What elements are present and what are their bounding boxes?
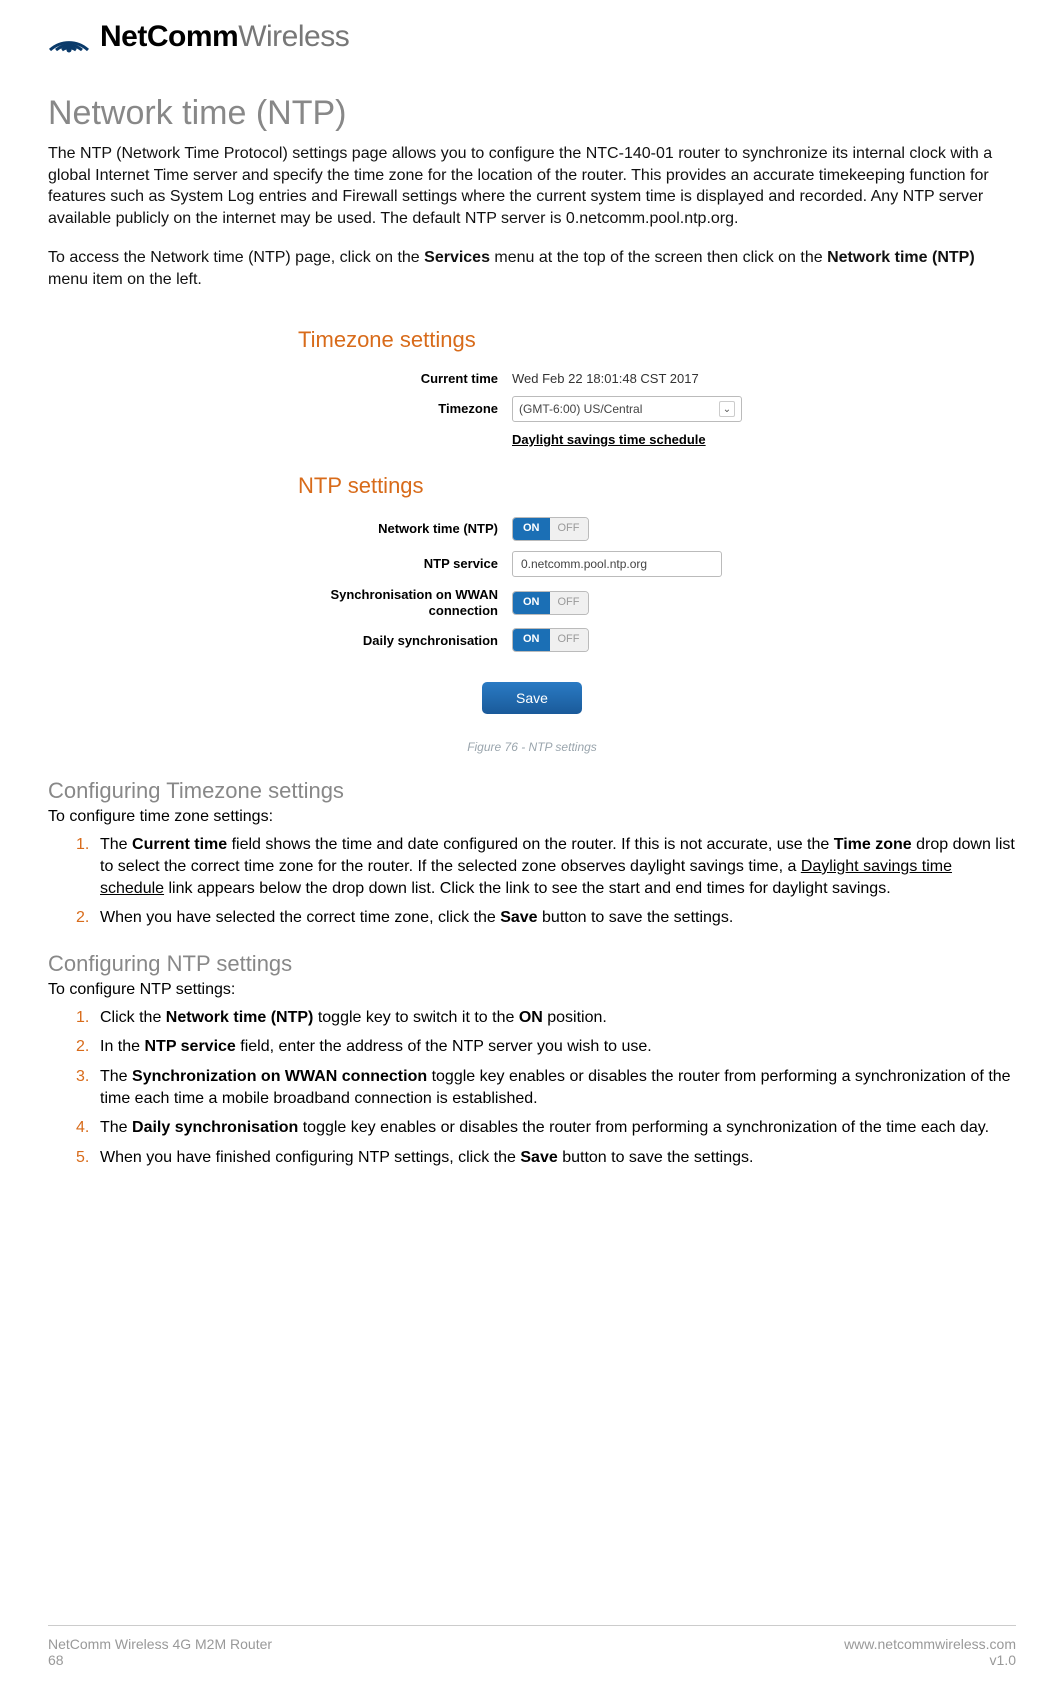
ntp-service-input[interactable]: [512, 551, 722, 577]
current-time-label: Current time: [292, 371, 512, 387]
daily-sync-toggle[interactable]: ONOFF: [512, 628, 589, 652]
list-item: When you have selected the correct time …: [76, 907, 1016, 929]
brand-logo: NetCommWireless: [48, 20, 1016, 54]
intro-paragraph-2: To access the Network time (NTP) page, c…: [48, 247, 1016, 290]
timezone-select[interactable]: (GMT-6:00) US/Central ⌄: [512, 396, 742, 422]
sync-wwan-label: Synchronisation on WWAN connection: [292, 587, 512, 618]
ntp-service-label: NTP service: [292, 556, 512, 572]
page-title: Network time (NTP): [48, 94, 1016, 133]
tz-section-intro: To configure time zone settings:: [48, 808, 1016, 826]
intro-paragraph-1: The NTP (Network Time Protocol) settings…: [48, 143, 1016, 229]
chevron-down-icon: ⌄: [719, 401, 735, 417]
sync-wwan-toggle[interactable]: ONOFF: [512, 591, 589, 615]
timezone-settings-heading: Timezone settings: [292, 319, 772, 361]
wifi-arc-icon: [48, 20, 90, 54]
figure-caption: Figure 76 - NTP settings: [48, 740, 1016, 754]
footer-left: NetComm Wireless 4G M2M Router 68: [48, 1636, 272, 1668]
ntp-section-intro: To configure NTP settings:: [48, 981, 1016, 999]
list-item: In the NTP service field, enter the addr…: [76, 1036, 1016, 1058]
save-button[interactable]: Save: [482, 682, 582, 714]
daily-sync-label: Daily synchronisation: [292, 633, 512, 649]
dst-schedule-link[interactable]: Daylight savings time schedule: [512, 432, 706, 447]
ntp-steps-list: Click the Network time (NTP) toggle key …: [48, 1007, 1016, 1169]
list-item: Click the Network time (NTP) toggle key …: [76, 1007, 1016, 1029]
brand-text: NetCommWireless: [100, 20, 349, 54]
ntp-toggle-label: Network time (NTP): [292, 521, 512, 537]
ntp-section-heading: Configuring NTP settings: [48, 951, 1016, 977]
ntp-settings-heading: NTP settings: [292, 465, 772, 507]
list-item: The Current time field shows the time an…: [76, 834, 1016, 899]
timezone-select-value: (GMT-6:00) US/Central: [519, 402, 642, 416]
list-item: The Synchronization on WWAN connection t…: [76, 1066, 1016, 1109]
footer-right: www.netcommwireless.com v1.0: [844, 1636, 1016, 1668]
list-item: The Daily synchronisation toggle key ena…: [76, 1117, 1016, 1139]
tz-section-heading: Configuring Timezone settings: [48, 778, 1016, 804]
timezone-label: Timezone: [292, 401, 512, 417]
page-footer: NetComm Wireless 4G M2M Router 68 www.ne…: [48, 1625, 1016, 1668]
list-item: When you have finished configuring NTP s…: [76, 1147, 1016, 1169]
settings-screenshot: Timezone settings Current time Wed Feb 2…: [282, 309, 782, 735]
current-time-value: Wed Feb 22 18:01:48 CST 2017: [512, 371, 699, 386]
ntp-toggle[interactable]: ONOFF: [512, 517, 589, 541]
tz-steps-list: The Current time field shows the time an…: [48, 834, 1016, 928]
